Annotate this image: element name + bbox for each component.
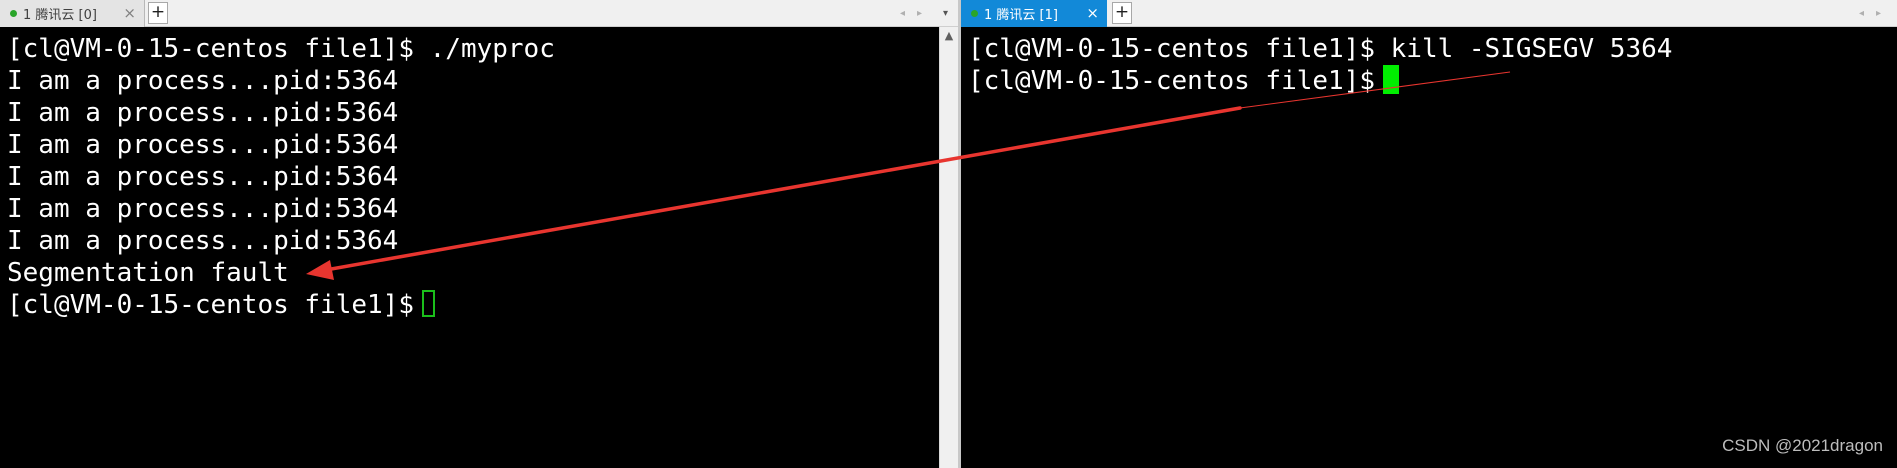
terminal-line: [cl@VM-0-15-centos file1]$ kill -SIGSEGV… [968,34,1673,64]
tab-scroll-right-icon[interactable]: ▸ [917,0,922,27]
connection-status-icon [10,10,17,17]
connection-status-icon [971,10,978,17]
terminal-line: [cl@VM-0-15-centos file1]$ ./myproc [7,34,555,64]
terminal-line: I am a process...pid:5364 [7,162,399,192]
add-tab-button[interactable]: + [148,2,168,24]
cursor-active [1383,65,1399,94]
segmentation-fault-line: Segmentation fault [7,258,289,288]
tab-scroll-right-icon[interactable]: ▸ [1876,0,1881,27]
scroll-up-icon[interactable]: ▲ [940,29,958,42]
terminal-line: I am a process...pid:5364 [7,130,399,160]
close-tab-icon[interactable]: × [123,0,136,27]
tab-scroll-left-icon[interactable]: ◂ [1859,0,1864,27]
terminal-output-left[interactable]: [cl@VM-0-15-centos file1]$ ./myproc I am… [0,27,939,468]
add-tab-button[interactable]: + [1112,2,1132,24]
terminal-output-right[interactable]: [cl@VM-0-15-centos file1]$ kill -SIGSEGV… [961,27,1897,468]
terminal-line: I am a process...pid:5364 [7,98,399,128]
terminal-line: I am a process...pid:5364 [7,226,399,256]
vertical-scrollbar[interactable]: ▲ [939,27,958,468]
tab-label: 1 腾讯云 [0] [23,8,97,23]
cursor-inactive [422,290,435,317]
right-tab-bar: 1 腾讯云 [1] × + ◂ ▸ [961,0,1897,27]
tab-list-menu-icon[interactable]: ▾ [943,0,948,27]
watermark: CSDN @2021dragon [1722,436,1883,455]
shell-prompt: [cl@VM-0-15-centos file1]$ [968,66,1375,96]
right-terminal-pane: 1 腾讯云 [1] × + ◂ ▸ [cl@VM-0-15-centos fil… [961,0,1897,468]
terminal-line: I am a process...pid:5364 [7,194,399,224]
tab-scroll-left-icon[interactable]: ◂ [900,0,905,27]
terminal-prompt-line: [cl@VM-0-15-centos file1]$ [968,65,1399,97]
tab-session-0[interactable]: 1 腾讯云 [0] × [0,0,145,27]
close-tab-icon[interactable]: × [1086,0,1099,27]
tab-session-1[interactable]: 1 腾讯云 [1] × [961,0,1107,27]
left-terminal-pane: 1 腾讯云 [0] × + ◂ ▸ ▾ [cl@VM-0-15-centos f… [0,0,958,468]
terminal-line: I am a process...pid:5364 [7,66,399,96]
tab-label: 1 腾讯云 [1] [984,8,1058,23]
terminal-prompt-line: [cl@VM-0-15-centos file1]$ [7,289,435,321]
shell-prompt: [cl@VM-0-15-centos file1]$ [7,290,414,320]
left-tab-bar: 1 腾讯云 [0] × + ◂ ▸ ▾ [0,0,958,27]
